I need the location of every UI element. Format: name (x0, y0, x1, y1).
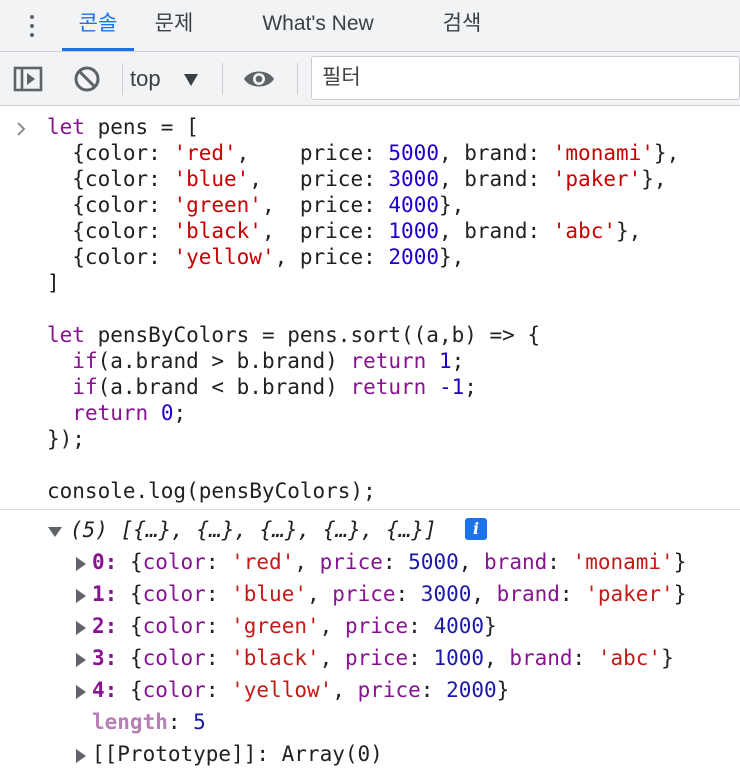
expand-arrow-icon[interactable] (76, 621, 86, 635)
code-line: {color: 'black', price: 1000, brand: 'ab… (47, 219, 642, 243)
eye-icon[interactable] (242, 62, 276, 96)
tab-whats-new[interactable]: What's New (240, 0, 396, 51)
context-label: top (130, 66, 161, 91)
expand-arrow-icon[interactable] (76, 685, 86, 699)
tab-console[interactable]: 콘솔 (62, 0, 134, 51)
code-line: {color: 'green', price: 4000}, (47, 193, 465, 217)
sidebar-toggle-icon[interactable] (12, 62, 46, 96)
more-options-icon[interactable] (22, 12, 42, 40)
array-length: length: 5 (92, 710, 206, 734)
array-item[interactable]: 3: {color: 'black', price: 1000, brand: … (92, 642, 674, 674)
expand-arrow-icon[interactable] (76, 557, 86, 571)
toolbar-divider (222, 63, 223, 95)
code-line: {color: 'red', price: 5000, brand: 'mona… (47, 141, 680, 165)
code-line: let pensByColors = pens.sort((a,b) => { (47, 323, 541, 347)
array-item[interactable]: 0: {color: 'red', price: 5000, brand: 'm… (92, 546, 686, 578)
devtools-tab-bar: 콘솔 문제 What's New 검색 (0, 0, 740, 52)
toolbar-divider (297, 63, 298, 95)
code-line: return 0; (72, 401, 187, 425)
array-item[interactable]: 1: {color: 'blue', price: 3000, brand: '… (92, 578, 686, 610)
array-item[interactable]: 2: {color: 'green', price: 4000} (92, 610, 497, 642)
filter-input[interactable] (311, 56, 740, 100)
info-icon[interactable]: i (465, 518, 487, 540)
array-item[interactable]: 4: {color: 'yellow', price: 2000} (92, 674, 509, 706)
context-selector[interactable]: top (130, 62, 198, 96)
array-prototype[interactable]: [[Prototype]]: Array(0) (92, 738, 383, 770)
code-line: }); (47, 427, 85, 451)
tab-search[interactable]: 검색 (428, 0, 496, 51)
toolbar-divider (122, 63, 123, 95)
dropdown-arrow-icon (184, 74, 198, 86)
code-line: ] (47, 271, 60, 295)
expand-arrow-icon[interactable] (76, 653, 86, 667)
expand-arrow-icon[interactable] (76, 589, 86, 603)
tab-issues[interactable]: 문제 (142, 0, 206, 51)
expand-arrow-icon[interactable] (76, 749, 86, 763)
array-summary[interactable]: (5) [{…}, {…}, {…}, {…}, {…}] (70, 514, 437, 546)
code-line: let pens = [ (47, 115, 199, 139)
code-line: {color: 'blue', price: 3000, brand: 'pak… (47, 167, 667, 191)
code-line: console.log(pensByColors); (47, 479, 376, 503)
code-line: {color: 'yellow', price: 2000}, (47, 245, 465, 269)
code-line: if(a.brand > b.brand) return 1; (72, 349, 465, 373)
clear-console-icon[interactable] (70, 62, 104, 96)
code-line: if(a.brand < b.brand) return -1; (72, 375, 477, 399)
collapse-arrow-icon[interactable] (48, 527, 62, 537)
prompt-chevron-icon (17, 122, 26, 136)
